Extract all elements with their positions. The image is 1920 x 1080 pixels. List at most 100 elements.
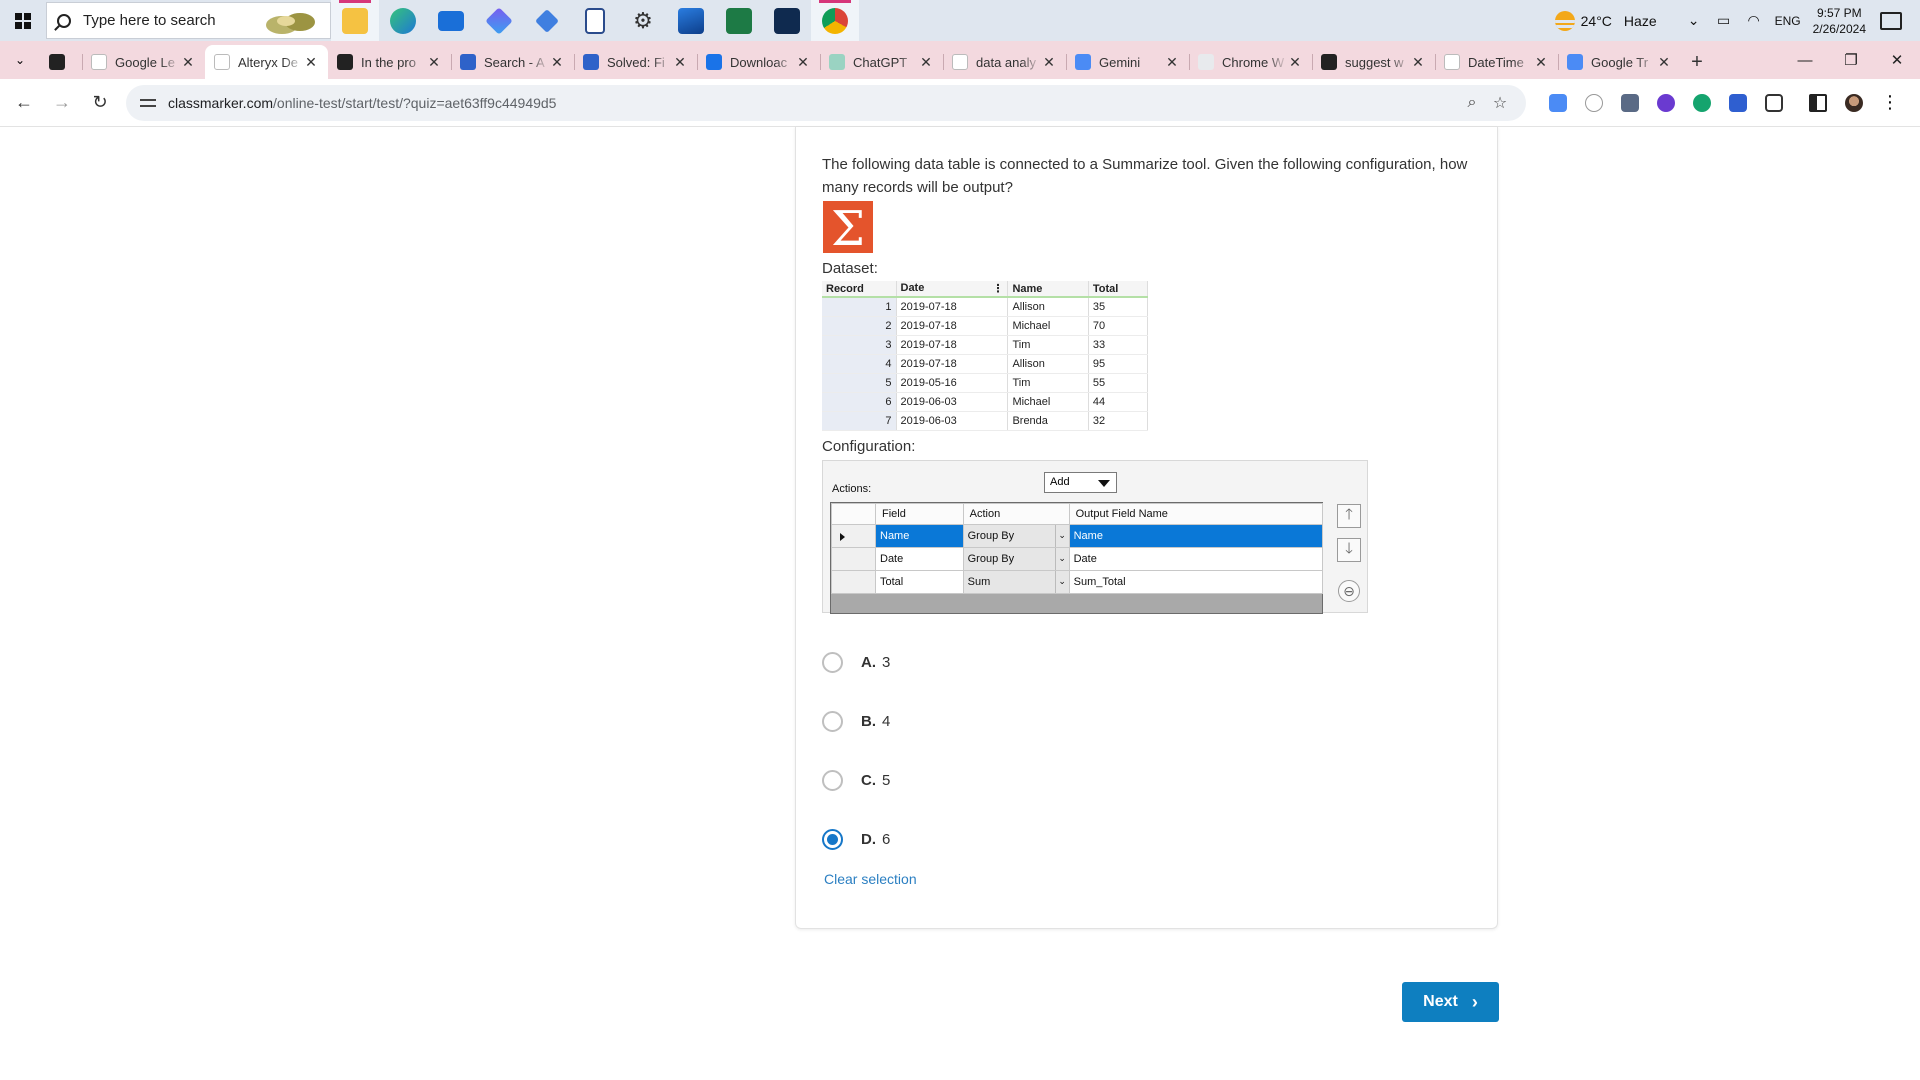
battery-icon[interactable]: ▭ xyxy=(1713,10,1735,32)
close-tab-icon[interactable]: ✕ xyxy=(549,54,565,71)
google-icon xyxy=(952,54,968,70)
taskbar-file-explorer[interactable] xyxy=(331,0,379,41)
taskbar-photos[interactable] xyxy=(667,0,715,41)
dataset-cell: 33 xyxy=(1088,335,1149,355)
taskbar-app-diamond[interactable] xyxy=(523,0,571,41)
close-tab-icon[interactable]: ✕ xyxy=(795,54,811,71)
close-tab-icon[interactable]: ✕ xyxy=(1164,54,1180,71)
taskbar-chrome[interactable] xyxy=(811,0,859,41)
answer-option[interactable]: A. 3 xyxy=(822,652,890,673)
grammarly-extension-icon[interactable] xyxy=(1684,85,1720,121)
config-cell-text: Name xyxy=(1073,530,1103,542)
bookmark-star-icon[interactable]: ☆ xyxy=(1486,93,1514,113)
browser-tab[interactable]: suggest w ✕ xyxy=(1312,45,1435,79)
extensions-puzzle-icon[interactable] xyxy=(1756,85,1792,121)
google-translate-extension-icon[interactable] xyxy=(1540,85,1576,121)
browser-tab[interactable]: Chrome W ✕ xyxy=(1189,45,1312,79)
site-info-icon[interactable] xyxy=(140,96,156,110)
close-tab-icon[interactable]: ✕ xyxy=(1533,54,1549,71)
dataset-row: 6 2019-06-03 Michael 44 xyxy=(822,392,1149,412)
taskbar-mail[interactable] xyxy=(427,0,475,41)
browser-tab[interactable]: data analy ✕ xyxy=(943,45,1066,79)
address-bar[interactable]: classmarker.com/online-test/start/test/?… xyxy=(126,84,1526,121)
close-tab-icon[interactable]: ✕ xyxy=(918,54,934,71)
tab-title: DateTime xyxy=(1468,54,1524,70)
radio-button[interactable] xyxy=(822,770,843,791)
browser-tab[interactable]: DateTime ✕ xyxy=(1435,45,1558,79)
answer-option[interactable]: C. 5 xyxy=(822,770,890,791)
answer-option[interactable]: B. 4 xyxy=(822,711,890,732)
chevron-up-icon[interactable]: ⌄ xyxy=(1683,10,1705,32)
notifications-icon[interactable] xyxy=(1880,11,1902,30)
tab-title: data analy xyxy=(976,54,1036,70)
url-text[interactable]: classmarker.com/online-test/start/test/?… xyxy=(168,95,1458,111)
checkmark-extension-icon[interactable] xyxy=(1576,85,1612,121)
windows-logo-icon xyxy=(15,12,31,29)
kebab-menu-icon[interactable]: ⋮ xyxy=(1872,85,1908,121)
dataset-column-header: Record xyxy=(822,281,897,298)
taskbar-excel[interactable] xyxy=(715,0,763,41)
profile-avatar[interactable] xyxy=(1836,85,1872,121)
taskbar-clock[interactable]: 9:57 PM 2/26/2024 xyxy=(1813,5,1866,37)
wifi-icon[interactable]: ◠ xyxy=(1743,10,1765,32)
actions-label: Actions: xyxy=(832,483,872,495)
radio-button[interactable] xyxy=(822,711,843,732)
zoom-icon[interactable]: ⌕ xyxy=(1458,94,1486,112)
accessibility-extension-icon[interactable] xyxy=(1720,85,1756,121)
dataset-cell: 32 xyxy=(1088,411,1149,431)
taskbar-copilot[interactable] xyxy=(475,0,523,41)
back-arrow-icon[interactable]: ← xyxy=(6,85,42,121)
browser-tab[interactable]: In the pro ✕ xyxy=(328,45,451,79)
browser-tab[interactable]: ChatGPT ✕ xyxy=(820,45,943,79)
option-letter: D. xyxy=(861,831,876,848)
answer-option[interactable]: D. 6 xyxy=(822,829,890,850)
printer-extension-icon[interactable] xyxy=(1612,85,1648,121)
close-tab-icon[interactable]: ✕ xyxy=(180,54,196,71)
close-tab-icon[interactable]: ✕ xyxy=(672,54,688,71)
radio-button[interactable] xyxy=(822,829,843,850)
forward-arrow-icon[interactable]: → xyxy=(44,85,80,121)
taskbar-search-box[interactable]: Type here to search xyxy=(46,2,331,39)
browser-tab[interactable]: Alteryx De ✕ xyxy=(205,45,328,79)
side-panel-icon[interactable] xyxy=(1800,85,1836,121)
close-tab-icon[interactable]: ✕ xyxy=(1287,54,1303,71)
browser-tab[interactable]: Google Tr ✕ xyxy=(1558,45,1681,79)
browser-tab[interactable]: Solved: Fi ✕ xyxy=(574,45,697,79)
minimize-icon[interactable]: — xyxy=(1782,41,1828,79)
language-indicator[interactable]: ENG xyxy=(1773,10,1803,32)
browser-tab[interactable]: Search - A ✕ xyxy=(451,45,574,79)
close-tab-icon[interactable]: ✕ xyxy=(1656,54,1672,71)
chrome-icon xyxy=(1198,54,1214,70)
purple-circle-extension-icon[interactable] xyxy=(1648,85,1684,121)
weather-widget[interactable]: 24°C Haze xyxy=(1554,10,1657,31)
option-value: 4 xyxy=(882,713,891,730)
dataset-cell: Allison xyxy=(1007,354,1089,374)
clear-selection-link[interactable]: Clear selection xyxy=(824,871,917,887)
config-row: Name Group By ⌄ Name xyxy=(831,524,1324,548)
windows-start-button[interactable] xyxy=(0,0,46,41)
taskbar-document-app[interactable] xyxy=(571,0,619,41)
close-window-icon[interactable]: ✕ xyxy=(1874,41,1920,79)
option-letter: C. xyxy=(861,772,876,789)
browser-tab[interactable] xyxy=(40,45,82,79)
restore-icon[interactable]: ❐ xyxy=(1828,41,1874,79)
taskbar-settings[interactable]: ⚙ xyxy=(619,0,667,41)
close-tab-icon[interactable]: ✕ xyxy=(303,54,319,71)
close-tab-icon[interactable]: ✕ xyxy=(1410,54,1426,71)
config-cell: Sum_Total xyxy=(1068,570,1324,594)
reload-icon[interactable]: ↻ xyxy=(82,85,118,121)
taskbar-terminal[interactable] xyxy=(763,0,811,41)
clock-date: 2/26/2024 xyxy=(1812,21,1866,36)
close-tab-icon[interactable]: ✕ xyxy=(1041,54,1057,71)
browser-tab[interactable]: Downloac ✕ xyxy=(697,45,820,79)
taskbar-edge[interactable] xyxy=(379,0,427,41)
next-button[interactable]: Next › xyxy=(1402,982,1499,1022)
openai-icon xyxy=(829,54,845,70)
new-tab-button[interactable]: + xyxy=(1681,45,1713,79)
dataset-header-label: Total xyxy=(1092,282,1119,295)
tab-search-chevron-icon[interactable]: ⌄ xyxy=(0,41,40,79)
radio-button[interactable] xyxy=(822,652,843,673)
close-tab-icon[interactable]: ✕ xyxy=(426,54,442,71)
browser-tab[interactable]: Gemini ✕ xyxy=(1066,45,1189,79)
browser-tab[interactable]: Google Le ✕ xyxy=(82,45,205,79)
